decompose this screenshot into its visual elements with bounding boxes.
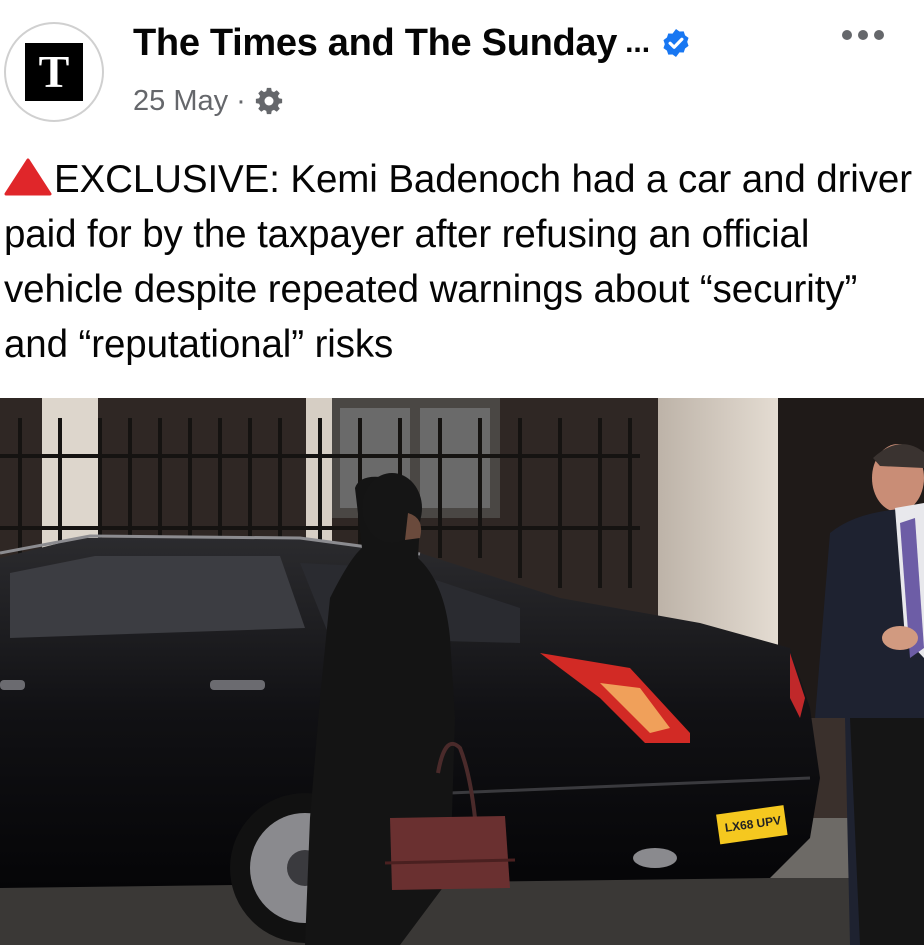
post-message: EXCLUSIVE: Kemi Badenoch had a car and d… bbox=[4, 152, 924, 372]
more-options-icon[interactable] bbox=[842, 30, 884, 40]
photo-illustration bbox=[0, 398, 924, 945]
page-avatar[interactable]: T bbox=[4, 22, 104, 122]
post-photo[interactable]: LX68 UPV bbox=[0, 398, 924, 945]
post-message-text: EXCLUSIVE: Kemi Badenoch had a car and d… bbox=[4, 158, 912, 366]
meta-separator: · bbox=[236, 84, 246, 117]
red-triangle-icon bbox=[4, 158, 52, 196]
name-truncation: ... bbox=[625, 26, 651, 59]
post-meta: 25 May · bbox=[133, 82, 284, 120]
more-dot bbox=[842, 30, 852, 40]
gear-icon[interactable] bbox=[254, 86, 284, 116]
more-dot bbox=[858, 30, 868, 40]
verified-badge-icon bbox=[663, 29, 689, 57]
page-name-link[interactable]: The Times and The Sunday ... bbox=[133, 20, 692, 66]
page-name: The Times and The Sunday bbox=[133, 21, 618, 64]
avatar-logo: T bbox=[25, 43, 83, 101]
post-date[interactable]: 25 May bbox=[133, 85, 228, 118]
more-dot bbox=[874, 30, 884, 40]
